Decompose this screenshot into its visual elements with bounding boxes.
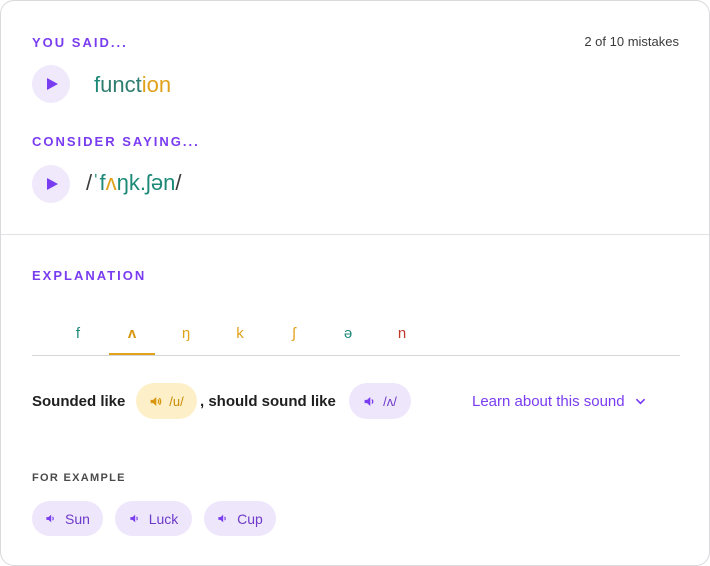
phoneme-tabs: f ʌ ŋ k ʃ ə n (32, 319, 680, 356)
example-word: Sun (65, 510, 90, 527)
play-icon (47, 78, 58, 90)
example-sun-button[interactable]: Sun (32, 501, 103, 536)
sounded-like-audio-button[interactable]: /u/ (136, 383, 197, 419)
spoken-word: function (94, 72, 171, 98)
word-part: unct (100, 72, 142, 97)
ipa-transcription: /ˈfʌŋk.ʃən/ (86, 170, 181, 196)
speaker-icon (130, 514, 138, 523)
play-you-said-button[interactable] (32, 65, 70, 103)
speaker-icon (150, 396, 162, 406)
ipa-part: ˈf (92, 170, 106, 195)
explanation-heading: EXPLANATION (32, 268, 147, 283)
you-said-heading: YOU SAID... (32, 35, 128, 50)
mistake-counter: 2 of 10 mistakes (584, 34, 679, 49)
example-word: Luck (148, 510, 179, 527)
phoneme-tab-k[interactable]: k (217, 319, 263, 354)
example-cup-button[interactable]: Cup (204, 501, 276, 536)
phoneme-tab-esh[interactable]: ʃ (271, 319, 317, 354)
phoneme-tab-eng[interactable]: ŋ (163, 319, 209, 354)
word-part: io (141, 72, 159, 97)
speaker-icon (46, 514, 54, 523)
section-divider (1, 234, 709, 235)
should-sound-audio-button[interactable]: /ʌ/ (349, 383, 411, 419)
should-sound-value: /ʌ/ (383, 393, 397, 409)
sounded-like-label: Sounded like (32, 393, 126, 410)
play-consider-saying-button[interactable] (32, 165, 70, 203)
sounded-like-value: /u/ (169, 393, 184, 409)
speaker-icon (218, 514, 226, 523)
phoneme-tab-n[interactable]: n (379, 319, 425, 354)
learn-about-sound-label: Learn about this sound (472, 393, 625, 410)
learn-about-sound-link[interactable]: Learn about this sound (472, 393, 646, 410)
ipa-part: / (175, 170, 182, 195)
ipa-part: ŋk.ʃ (116, 170, 151, 195)
chevron-down-icon (635, 398, 645, 405)
should-sound-label: , should sound like (200, 393, 336, 410)
example-luck-button[interactable]: Luck (115, 501, 192, 536)
phoneme-tab-schwa[interactable]: ə (325, 319, 371, 354)
ipa-part: ə (150, 170, 164, 195)
ipa-part: ʌ (105, 170, 117, 195)
word-part: n (158, 72, 172, 97)
for-example-heading: FOR EXAMPLE (32, 472, 126, 484)
phoneme-tab-f[interactable]: f (55, 319, 101, 354)
consider-saying-heading: CONSIDER SAYING... (32, 134, 200, 149)
ipa-part: n (163, 170, 176, 195)
phoneme-tab-wedge[interactable]: ʌ (109, 319, 155, 355)
speaker-icon (364, 396, 374, 406)
example-word: Cup (237, 510, 263, 527)
play-icon (47, 178, 58, 190)
pronunciation-card: YOU SAID... 2 of 10 mistakes function CO… (0, 0, 710, 566)
